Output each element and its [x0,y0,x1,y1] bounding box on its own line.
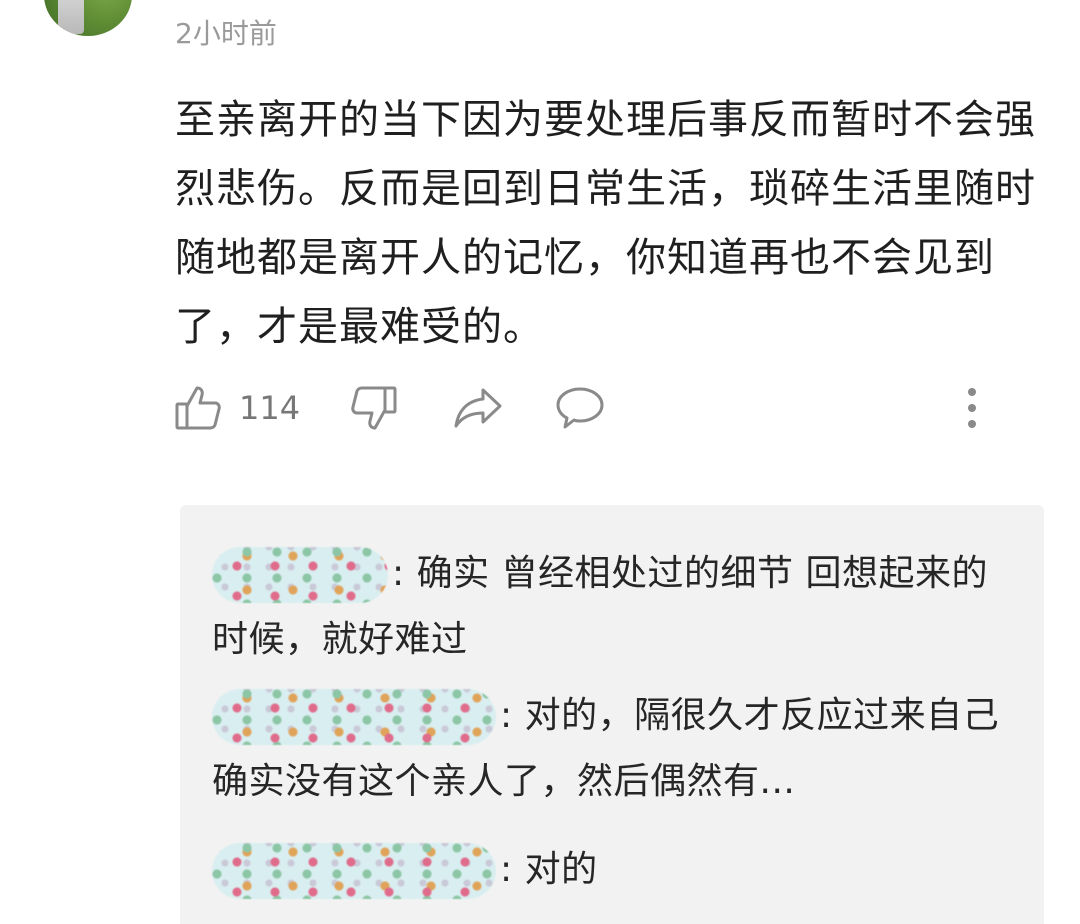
more-options-button[interactable] [965,380,979,436]
reply-item[interactable]: : 确实 曾经相处过的细节 回想起来的时候，就好难过 [212,541,1012,673]
blurred-username [212,843,496,899]
like-button[interactable]: 114 [175,380,300,436]
replies-panel[interactable]: : 确实 曾经相处过的细节 回想起来的时候，就好难过 : 对的，隔很久才反应过来… [180,505,1044,924]
thumbs-up-icon [175,384,221,432]
blurred-username [212,689,496,745]
reply-button[interactable] [555,380,605,436]
avatar-statue-figure [58,0,84,34]
speech-bubble-icon [555,385,605,431]
comment-timestamp: 2小时前 [175,17,277,50]
comment-text: 至亲离开的当下因为要处理后事反而暂时不会强烈悲伤。反而是回到日常生活，琐碎生活里… [175,97,1036,350]
dislike-button[interactable] [351,380,397,436]
reply-text: : 对的 [500,849,598,890]
avatar[interactable] [44,0,132,36]
reply-item[interactable]: : 对的，隔很久才反应过来自己确实没有这个亲人了，然后偶然有... [212,683,1012,815]
thumbs-down-icon [351,384,397,432]
vertical-dots-icon [965,385,979,431]
share-button[interactable] [453,380,503,436]
reply-item[interactable]: : 对的 [212,837,1012,903]
like-count: 114 [239,389,301,427]
comment-actions: 114 [175,380,995,436]
blurred-username [212,547,388,603]
share-arrow-icon [453,386,503,430]
